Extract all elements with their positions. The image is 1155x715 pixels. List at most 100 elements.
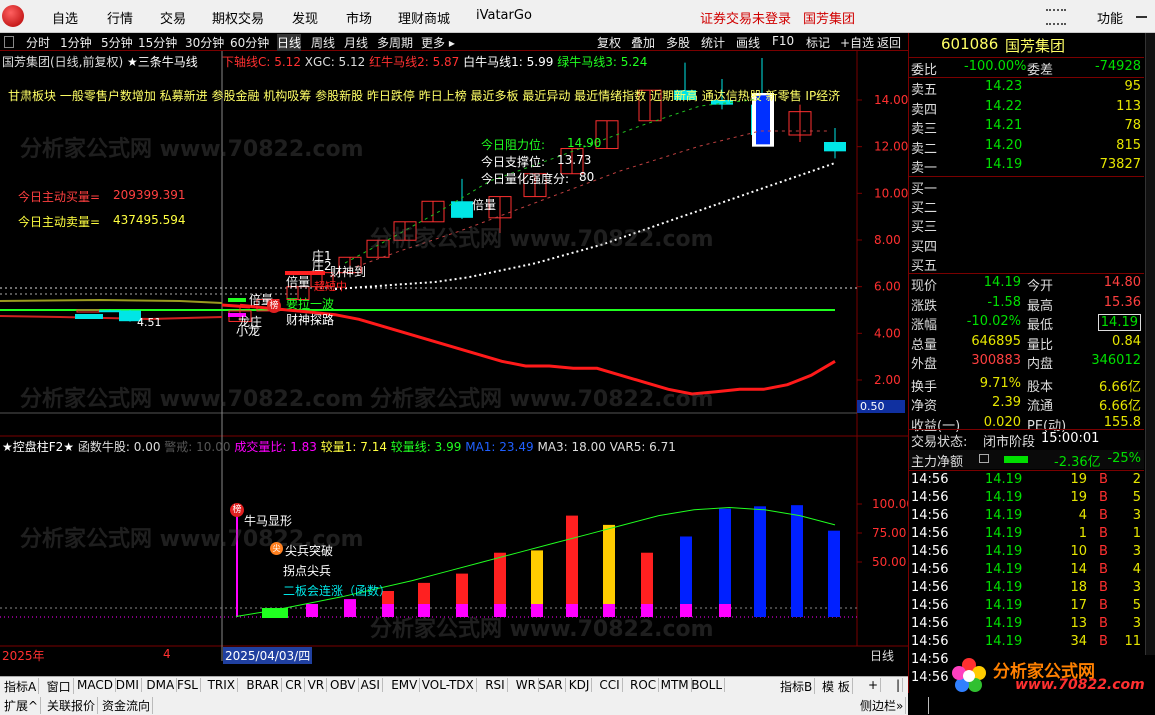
- tick-row[interactable]: 14:56 14.19 19 B 5: [909, 489, 1144, 508]
- indicator-tab[interactable]: RSI: [483, 678, 508, 692]
- menu-hangqing[interactable]: 行情: [107, 8, 133, 27]
- indicator-tab[interactable]: DMI: [114, 678, 142, 692]
- menu-zixuan[interactable]: 自选: [52, 8, 78, 27]
- sell-level-label: 卖一: [911, 161, 938, 177]
- tab-more[interactable]: 更多 ▸: [421, 34, 455, 51]
- btn-duogu[interactable]: 多股: [666, 34, 690, 51]
- tick-row[interactable]: 14:56 14.19 34 B 11: [909, 633, 1144, 652]
- sell-row[interactable]: 卖五 14.23 95: [909, 78, 1144, 98]
- tick-row[interactable]: 14:56 14.19 13 B 3: [909, 615, 1144, 634]
- chart-area[interactable]: 14.00 12.00 10.00 8.00 6.00 4.00 2.00 100.00 75.…: [0, 51, 908, 664]
- tab-60min[interactable]: 60分钟: [230, 34, 269, 51]
- tick-row[interactable]: 14:56 14.19 1 B 1: [909, 525, 1144, 544]
- sub-tick-label: 75.00: [872, 526, 906, 540]
- tab-day[interactable]: 日线: [277, 34, 302, 51]
- indicator-tab[interactable]: CR: [283, 678, 305, 692]
- tab-week[interactable]: 周线: [311, 34, 335, 51]
- indicator-tab-right[interactable]: 模 板: [820, 678, 853, 695]
- indicator-tab[interactable]: ROC: [628, 678, 660, 692]
- indicator-tab[interactable]: CCI: [597, 678, 623, 692]
- btn-fuquan[interactable]: 复权: [597, 34, 621, 51]
- sell-row[interactable]: 卖三 14.21 78: [909, 117, 1144, 137]
- quote-value: 346012: [1091, 353, 1141, 368]
- menu-shichang[interactable]: 市场: [346, 8, 372, 27]
- tab-5min[interactable]: 5分钟: [101, 34, 133, 51]
- tick-row[interactable]: 14:56 14.19 4 B 3: [909, 507, 1144, 526]
- sell-row[interactable]: 卖一 14.19 73827: [909, 156, 1144, 177]
- menu-qiquan[interactable]: 期权交易: [212, 8, 264, 27]
- indicator-tab[interactable]: MACD: [75, 678, 116, 692]
- menu-licai[interactable]: 理财商城: [398, 8, 450, 27]
- volume-bar: [791, 505, 803, 617]
- indicator-tab-right[interactable]: |: [894, 678, 904, 692]
- indicator-tab[interactable]: VOL-TDX: [420, 678, 477, 692]
- btn-biaoji[interactable]: 标记: [806, 34, 830, 51]
- buy-row[interactable]: 买四: [909, 235, 1144, 255]
- indicator-tab[interactable]: TRIX: [206, 678, 239, 692]
- menu-faxian[interactable]: 发现: [292, 8, 318, 27]
- tick-row[interactable]: 14:56 14.19 18 B 3: [909, 579, 1144, 598]
- quote-row: 现价 14.19 今开 14.80: [909, 274, 1144, 294]
- tick-count: 3: [1132, 580, 1141, 595]
- scroll-icon[interactable]: [1046, 9, 1066, 25]
- buy-row[interactable]: 买三: [909, 215, 1144, 235]
- logo-url: www.70822.com: [1015, 677, 1145, 693]
- tab-month[interactable]: 月线: [344, 34, 368, 51]
- tab-multi[interactable]: 多周期: [377, 34, 413, 51]
- indicator-tab[interactable]: ASI: [359, 678, 383, 692]
- tab-30min[interactable]: 30分钟: [185, 34, 224, 51]
- sell-row[interactable]: 卖二 14.20 815: [909, 137, 1144, 157]
- indicator-tab[interactable]: OBV: [328, 678, 359, 692]
- indicator-tab[interactable]: MTM: [659, 678, 692, 692]
- indicator-tab[interactable]: BRAR: [244, 678, 283, 692]
- minimize-icon[interactable]: [1136, 16, 1147, 18]
- bottom-button[interactable]: 资金流向: [100, 697, 154, 714]
- indicator-tab-right[interactable]: 指标B: [778, 678, 816, 695]
- btn-f10[interactable]: F10: [772, 34, 794, 48]
- btn-huaxian[interactable]: 画线: [736, 34, 760, 51]
- tick-row[interactable]: 14:56 14.19 10 B 3: [909, 543, 1144, 562]
- sell-row[interactable]: 卖四 14.22 113: [909, 98, 1144, 118]
- indicator-tab[interactable]: 窗口: [45, 678, 74, 695]
- indicator-tab[interactable]: DMA: [144, 678, 178, 692]
- bottom-button[interactable]: 关联报价: [45, 697, 99, 714]
- tick-row[interactable]: 14:56 14.19 17 B 5: [909, 597, 1144, 616]
- btn-fanhui[interactable]: 返回: [877, 34, 901, 51]
- indicator-tab[interactable]: EMV: [389, 678, 421, 692]
- indicator-tab[interactable]: KDJ: [567, 678, 593, 692]
- bottom-button-right[interactable]: 笔: [912, 697, 930, 714]
- indicator-tab-right[interactable]: +: [866, 678, 882, 692]
- collapse-icon[interactable]: [4, 36, 14, 48]
- quote-panel: 601086 国芳集团 委比 -100.00% 委差 -74928 卖五 14.…: [908, 33, 1155, 693]
- base-stub: [344, 604, 356, 617]
- bottom-toolbar: 扩展^ 关联报价 资金流向 侧边栏» 笔: [0, 694, 930, 715]
- buy-row[interactable]: 买二: [909, 196, 1144, 216]
- btn-zixuan[interactable]: +自选: [840, 34, 874, 51]
- menu-icon[interactable]: [979, 454, 989, 463]
- menu-jiaoyi[interactable]: 交易: [160, 8, 186, 27]
- tick-row[interactable]: 14:56 14.19 19 B 2: [909, 471, 1144, 490]
- tick-count: 5: [1132, 490, 1141, 505]
- quote-label: 换手: [911, 379, 938, 395]
- indicator-tab[interactable]: VR: [306, 678, 328, 692]
- tab-15min[interactable]: 15分钟: [138, 34, 177, 51]
- indicator-tab[interactable]: BOLL: [689, 678, 726, 692]
- btn-tongji[interactable]: 统计: [701, 34, 725, 51]
- menu-ivatargo[interactable]: iVatarGo: [476, 8, 532, 23]
- tab-1min[interactable]: 1分钟: [60, 34, 92, 51]
- login-status[interactable]: 证券交易未登录: [700, 8, 791, 27]
- buy-row[interactable]: 买五: [909, 254, 1144, 274]
- indicator-tab[interactable]: 指标A: [2, 678, 40, 695]
- tick-row[interactable]: 14:56 14.19 14 B 4: [909, 561, 1144, 580]
- bottom-button[interactable]: 扩展^: [2, 697, 42, 714]
- indicator-tab[interactable]: FSL: [175, 678, 201, 692]
- btn-diejia[interactable]: 叠加: [631, 34, 655, 51]
- main-net-row[interactable]: 主力净额 -2.36亿 -25%: [909, 450, 1144, 470]
- right-scrollbar[interactable]: [1145, 33, 1155, 693]
- chart-canvas[interactable]: 14.00 12.00 10.00 8.00 6.00 4.00 2.00 100.00 75.…: [0, 51, 908, 661]
- menu-gongneng[interactable]: 功能: [1097, 8, 1123, 27]
- bottom-button-right[interactable]: 侧边栏»: [858, 697, 907, 714]
- buy-row[interactable]: 买一: [909, 177, 1144, 197]
- indicator-tab[interactable]: SAR: [536, 678, 566, 692]
- tab-fenshi[interactable]: 分时: [26, 34, 50, 51]
